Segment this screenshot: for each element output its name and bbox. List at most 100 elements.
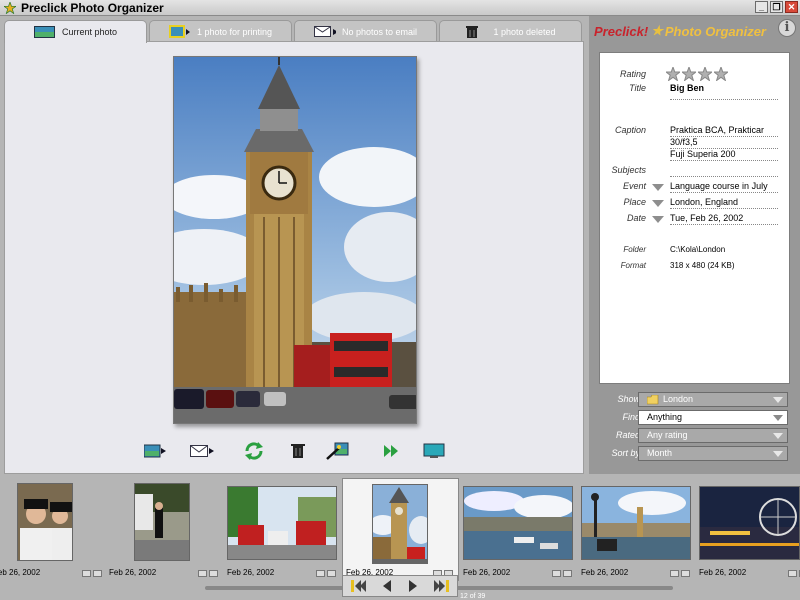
- add-to-print-button[interactable]: [143, 440, 171, 462]
- edit-photo-button[interactable]: [323, 440, 351, 462]
- email-flag-icon: [681, 570, 690, 577]
- show-value: London: [663, 394, 694, 404]
- minimize-button[interactable]: _: [755, 1, 768, 13]
- add-to-email-button[interactable]: [189, 440, 217, 462]
- brand-name-1: Preclick!: [594, 23, 649, 39]
- thumbnail-flags: [316, 570, 336, 577]
- current-photo[interactable]: [173, 56, 417, 424]
- restore-button[interactable]: ❐: [770, 1, 783, 13]
- tab-printing[interactable]: 1 photo for printing: [149, 20, 292, 42]
- delete-button[interactable]: [284, 440, 312, 462]
- thumbnail-image: [463, 486, 573, 560]
- rated-filter: Rated Any rating: [589, 428, 800, 444]
- thumbnail-date: Feb 26, 2002: [0, 568, 41, 577]
- print-flag-icon: [198, 570, 207, 577]
- caption-line: Fuji Superia 200: [670, 149, 778, 161]
- filmstrip-navigation: [342, 575, 458, 597]
- fullscreen-button[interactable]: [420, 440, 448, 462]
- last-photo-icon[interactable]: [432, 579, 450, 593]
- event-label: Event: [622, 181, 646, 191]
- trash-icon: [291, 444, 305, 458]
- thumbnail[interactable]: Feb 26, 2002: [578, 478, 695, 580]
- event-dropdown-icon[interactable]: [652, 184, 664, 191]
- thumbnail-flags: [82, 570, 102, 577]
- chevron-down-icon: [773, 451, 783, 457]
- tab-current-photo[interactable]: Current photo: [4, 20, 147, 43]
- place-dropdown-icon[interactable]: [652, 200, 664, 207]
- rated-select[interactable]: Any rating: [638, 428, 788, 443]
- thumbnail-image: [372, 484, 428, 564]
- filmstrip: Feb 26, 2002 Feb 26, 2002 Feb 26, 2002 F…: [0, 478, 800, 600]
- thumbnail-date: Feb 26, 2002: [109, 568, 157, 577]
- caption-label: Caption: [614, 125, 646, 135]
- sort-value: Month: [647, 448, 673, 458]
- rating-stars[interactable]: [666, 67, 728, 81]
- email-flag-icon: [93, 570, 102, 577]
- tab-label: No photos to email: [341, 26, 418, 37]
- trash-icon: [465, 25, 487, 38]
- tab-label: Current photo: [61, 27, 118, 37]
- show-select[interactable]: London: [638, 392, 788, 407]
- print-flag-icon: [788, 570, 797, 577]
- thumbnail-date: Feb 26, 2002: [581, 568, 629, 577]
- email-icon: [190, 445, 214, 457]
- thumbnail-image: [17, 483, 73, 561]
- tab-email[interactable]: No photos to email: [294, 20, 437, 42]
- star-icon: [714, 67, 728, 81]
- slideshow-button[interactable]: [378, 440, 406, 462]
- thumbnail[interactable]: Feb 26, 2002: [224, 478, 341, 580]
- thumbnail-flags: [552, 570, 572, 577]
- thumbnail[interactable]: Feb 26, 2002: [696, 478, 800, 580]
- thumbnail-image: [581, 486, 691, 560]
- date-field[interactable]: Tue, Feb 26, 2002: [670, 213, 778, 225]
- print-photo-icon: [144, 444, 166, 458]
- thumbnail[interactable]: Feb 26, 2002: [460, 478, 577, 580]
- caption-line: Praktica BCA, Prakticar: [670, 125, 778, 137]
- thumbnail-selected[interactable]: Feb 26, 2002: [342, 478, 459, 581]
- email-flag-icon: [563, 570, 572, 577]
- rated-label: Rated: [615, 430, 640, 440]
- title-field[interactable]: Big Ben: [670, 83, 778, 100]
- properties-panel: Preclick! ★ Photo Organizer i Rating Tit…: [589, 16, 800, 474]
- magic-wand-icon: [326, 442, 349, 460]
- email-icon: [313, 25, 336, 38]
- close-button[interactable]: ✕: [785, 1, 798, 13]
- caption-field[interactable]: Praktica BCA, Prakticar 30/f3,5 Fuji Sup…: [670, 125, 778, 161]
- subjects-field[interactable]: [670, 165, 778, 177]
- find-select[interactable]: Anything: [638, 410, 788, 425]
- rotate-button[interactable]: [240, 440, 268, 462]
- show-label: Show: [617, 394, 640, 404]
- print-flag-icon: [552, 570, 561, 577]
- place-field[interactable]: London, England: [670, 197, 778, 209]
- photo-toolbar: [143, 440, 445, 464]
- sort-select[interactable]: Month: [638, 446, 788, 461]
- star-icon: [666, 67, 680, 81]
- folder-label: Folder: [623, 245, 646, 254]
- thumbnail[interactable]: Feb 26, 2002: [106, 478, 223, 580]
- photo-counter: 12 of 39: [460, 593, 486, 600]
- thumbnail-date: Feb 26, 2002: [699, 568, 747, 577]
- photo-view-panel: [4, 41, 584, 474]
- tab-deleted[interactable]: 1 photo deleted: [439, 20, 582, 42]
- format-value: 318 x 480 (24 KB): [670, 261, 735, 270]
- date-dropdown-icon[interactable]: [652, 216, 664, 223]
- print-flag-icon: [316, 570, 325, 577]
- previous-photo-icon[interactable]: [381, 579, 393, 593]
- first-photo-icon[interactable]: [350, 579, 368, 593]
- folder-value: C:\Kola\London: [670, 245, 726, 254]
- info-button[interactable]: i: [778, 19, 796, 37]
- show-filter: Show London: [589, 392, 800, 408]
- next-photo-icon[interactable]: [407, 579, 419, 593]
- rotate-icon: [245, 442, 263, 460]
- thumbnail[interactable]: Feb 26, 2002: [0, 478, 107, 580]
- event-field[interactable]: Language course in July: [670, 181, 778, 193]
- print-flag-icon: [82, 570, 91, 577]
- folder-icon: [647, 394, 659, 404]
- sort-filter: Sort by Month: [589, 446, 800, 462]
- thumbnail-flags: [788, 570, 800, 577]
- brand-name-2: Photo Organizer: [664, 23, 766, 39]
- thumbnail-flags: [198, 570, 218, 577]
- thumbnail-date: Feb 26, 2002: [227, 568, 275, 577]
- thumbnail-date: Feb 26, 2002: [463, 568, 511, 577]
- sort-label: Sort by: [611, 448, 640, 458]
